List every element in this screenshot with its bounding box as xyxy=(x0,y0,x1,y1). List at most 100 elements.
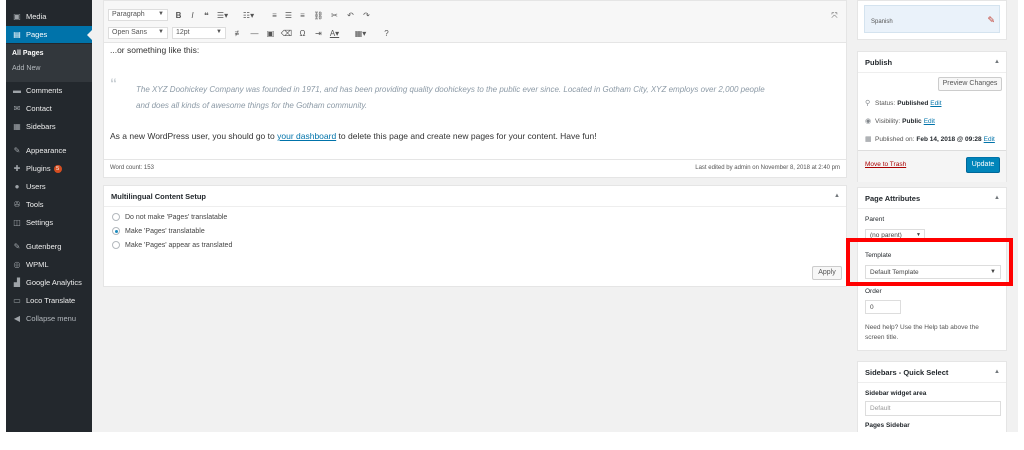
edit-pencil-icon[interactable]: ✎ xyxy=(987,15,995,26)
language-name: Spanish xyxy=(871,19,893,25)
blockquote-button[interactable]: ❝ xyxy=(200,9,213,22)
menu-item-media[interactable]: ▣ Media xyxy=(6,8,92,25)
font-family-value: Open Sans xyxy=(112,29,148,36)
align-right-button[interactable]: ≡ xyxy=(296,9,309,22)
quote-line-2: and does all kinds of awesome things for… xyxy=(136,101,368,110)
toggle-panel-icon[interactable]: ▲ xyxy=(834,193,840,199)
menu-label: Contact xyxy=(26,104,52,113)
classic-editor: Paragraph ▼ B I ❝ ☰▾ ☷▾ ≡ ☰ ≡ ⛓ ✂ ↶ ↷ ⤧ … xyxy=(103,0,847,178)
radio-button[interactable] xyxy=(112,227,120,235)
move-to-trash-link[interactable]: Move to Trash xyxy=(865,161,906,168)
text-color-button[interactable]: A▾ xyxy=(328,27,341,40)
dashboard-link[interactable]: your dashboard xyxy=(277,131,336,141)
menu-item-plugins[interactable]: ✚ Plugins 5 xyxy=(6,160,92,177)
pin-icon: ⚲ xyxy=(865,100,871,107)
update-button[interactable]: Update xyxy=(966,157,1000,173)
order-input[interactable]: 0 xyxy=(865,300,901,314)
language-row[interactable]: Spanish ✎ xyxy=(864,5,1000,33)
publish-actions: Move to Trash Update xyxy=(858,150,1006,182)
menu-item-users[interactable]: ● Users xyxy=(6,178,92,195)
insert-link-button[interactable]: ⛓ xyxy=(312,9,325,22)
bullet-list-button[interactable]: ☰▾ xyxy=(216,9,229,22)
font-family-select[interactable]: Open Sans ▼ xyxy=(108,27,168,39)
align-center-button[interactable]: ☰ xyxy=(282,9,295,22)
undo-icon[interactable]: ↶ xyxy=(344,9,357,22)
editor-content[interactable]: ...or something like this: “ The XYZ Doo… xyxy=(104,43,846,159)
published-on-row: ▦ Published on: Feb 14, 2018 @ 09:28 Edi… xyxy=(865,135,995,144)
horizontal-rule-button[interactable]: — xyxy=(248,27,261,40)
numbered-list-button[interactable]: ☷▾ xyxy=(242,9,255,22)
submenu-add-new[interactable]: Add New xyxy=(12,65,40,72)
status-value: Published xyxy=(897,99,929,107)
menu-item-sidebars[interactable]: ▦ Sidebars xyxy=(6,118,92,135)
fullscreen-icon[interactable]: ⤧ xyxy=(828,9,841,22)
menu-item-collapse[interactable]: ◀ Collapse menu xyxy=(6,310,92,327)
settings-icon: ◫ xyxy=(13,218,21,227)
preview-changes-button[interactable]: Preview Changes xyxy=(938,77,1002,91)
clear-formatting-button[interactable]: ⌫ xyxy=(280,27,293,40)
last-edited: Last edited by admin on November 8, 2018… xyxy=(695,165,840,171)
page-attributes-title: Page Attributes xyxy=(865,194,921,203)
radio-button[interactable] xyxy=(112,213,120,221)
remove-link-button[interactable]: ✂ xyxy=(328,9,341,22)
status-edit-link[interactable]: Edit xyxy=(930,100,941,107)
font-size-value: 12pt xyxy=(176,29,190,36)
redo-icon[interactable]: ↷ xyxy=(360,9,373,22)
help-icon[interactable]: ? xyxy=(380,27,393,40)
order-value: 0 xyxy=(870,303,874,311)
publish-title: Publish xyxy=(865,58,893,67)
bold-button[interactable]: B xyxy=(172,9,185,22)
language-box: Spanish ✎ xyxy=(857,0,1007,40)
menu-item-appearance[interactable]: ✎ Appearance xyxy=(6,142,92,159)
toggle-panel-icon[interactable]: ▲ xyxy=(994,59,1000,65)
radio-label: Make 'Pages' translatable xyxy=(125,227,205,235)
menu-item-wpml[interactable]: ◎ WPML xyxy=(6,256,92,273)
strikethrough-button[interactable]: ≢ xyxy=(232,27,245,40)
order-label: Order xyxy=(865,288,882,295)
align-left-button[interactable]: ≡ xyxy=(268,9,281,22)
visibility-edit-link[interactable]: Edit xyxy=(924,118,935,125)
help-text-line-1: Need help? Use the Help tab above the xyxy=(865,324,979,331)
multilingual-title: Multilingual Content Setup xyxy=(111,192,206,201)
publish-box: Publish ▲ Preview Changes ⚲ Status: Publ… xyxy=(857,51,1007,182)
italic-button[interactable]: I xyxy=(186,9,199,22)
menu-item-pages[interactable]: ▤ Pages xyxy=(6,26,92,43)
sidebar-widget-input[interactable]: Default xyxy=(865,401,1001,416)
menu-item-contact[interactable]: ✉ Contact xyxy=(6,100,92,117)
font-size-select[interactable]: 12pt ▼ xyxy=(172,27,226,39)
multilingual-setup-box: Multilingual Content Setup ▲ Do not make… xyxy=(103,185,847,287)
word-count: Word count: 153 xyxy=(110,165,154,171)
special-character-button[interactable]: Ω xyxy=(296,27,309,40)
submenu-all-pages[interactable]: All Pages xyxy=(12,50,44,57)
menu-item-settings[interactable]: ◫ Settings xyxy=(6,214,92,231)
menu-item-tools[interactable]: ✇ Tools xyxy=(6,196,92,213)
menu-label: Comments xyxy=(26,86,63,95)
menu-item-gutenberg[interactable]: ✎ Gutenberg xyxy=(6,238,92,255)
indent-button[interactable]: ⇥ xyxy=(312,27,325,40)
toggle-panel-icon[interactable]: ▲ xyxy=(994,369,1000,375)
radio-not-translatable[interactable]: Do not make 'Pages' translatable xyxy=(112,213,227,221)
tools-icon: ✇ xyxy=(13,200,21,209)
format-select[interactable]: Paragraph ▼ xyxy=(108,9,168,21)
pages-icon: ▤ xyxy=(13,30,21,39)
radio-button[interactable] xyxy=(112,241,120,249)
sidebar-widget-label: Sidebar widget area xyxy=(865,390,927,397)
menu-item-loco-translate[interactable]: ▭ Loco Translate xyxy=(6,292,92,309)
paste-text-button[interactable]: ▣ xyxy=(264,27,277,40)
published-edit-link[interactable]: Edit xyxy=(984,136,995,143)
menu-label: Plugins xyxy=(26,164,51,173)
box-divider xyxy=(858,208,1006,209)
radio-appear-translated[interactable]: Make 'Pages' appear as translated xyxy=(112,241,232,249)
wpml-icon: ◎ xyxy=(13,260,21,269)
table-button[interactable]: ▦▾ xyxy=(354,27,367,40)
apply-button[interactable]: Apply xyxy=(812,266,842,280)
menu-label: Appearance xyxy=(26,146,67,155)
menu-label: Media xyxy=(26,12,47,21)
menu-item-comments[interactable]: ▬ Comments xyxy=(6,82,92,99)
chevron-down-icon: ▼ xyxy=(158,11,164,17)
toggle-panel-icon[interactable]: ▲ xyxy=(994,195,1000,201)
help-text-line-2: screen title. xyxy=(865,334,899,341)
paragraph-text-after: to delete this page and create new pages… xyxy=(336,131,597,141)
radio-translatable[interactable]: Make 'Pages' translatable xyxy=(112,227,205,235)
menu-item-google-analytics[interactable]: ▟ Google Analytics xyxy=(6,274,92,291)
